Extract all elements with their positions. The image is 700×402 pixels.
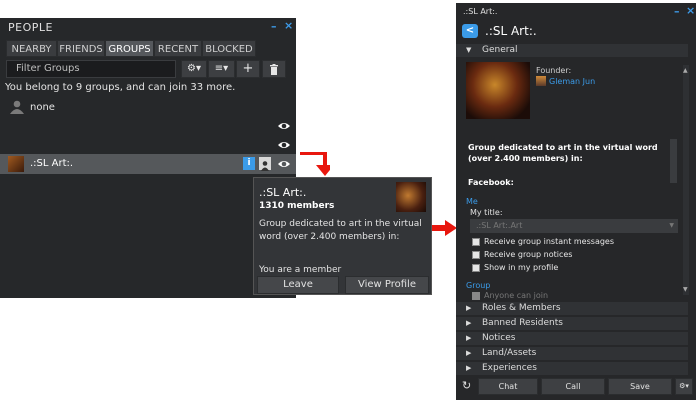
trash-icon [270, 64, 278, 75]
show-profile-checkbox-label: Show in my profile [484, 263, 559, 272]
group-row-name: .:SL Art:. [30, 158, 74, 169]
none-label: none [30, 102, 55, 113]
chevron-right-icon: ▶ [466, 349, 472, 357]
tab-friends[interactable]: FRIENDS [57, 40, 105, 57]
anyone-can-join-checkbox[interactable] [472, 292, 480, 300]
minimize-button[interactable]: – [271, 20, 277, 33]
group-image [396, 182, 426, 212]
tooltip-members: 1310 members [259, 201, 335, 211]
tab-recent[interactable]: RECENT [154, 40, 202, 57]
section-land-assets[interactable]: ▶ Land/Assets [456, 347, 688, 360]
group-image [466, 62, 530, 119]
tooltip-description: Group dedicated to art in the virtual wo… [259, 219, 422, 242]
section-general[interactable]: ▼ General [456, 44, 688, 57]
membership-status: You are a member [259, 265, 342, 275]
facebook-label: Facebook: [468, 178, 514, 187]
notices-checkbox[interactable] [472, 251, 480, 259]
people-title: PEOPLE [8, 21, 53, 34]
group-row-sl-art[interactable]: .:SL Art:. i [0, 154, 296, 174]
filter-groups-input[interactable]: Filter Groups [6, 60, 176, 78]
section-roles-members[interactable]: ▶ Roles & Members [456, 302, 688, 315]
leave-button[interactable]: Leave [257, 276, 339, 294]
sort-menu-button[interactable]: ≡▾ [208, 60, 235, 78]
minimize-button[interactable]: – [674, 5, 680, 18]
tab-groups[interactable]: GROUPS [105, 40, 154, 57]
chat-button[interactable]: Chat [478, 378, 538, 395]
close-button[interactable]: × [686, 4, 695, 17]
info-icon[interactable]: i [243, 157, 255, 170]
group-title: .:SL Art:. [485, 24, 537, 38]
group-label: Group [466, 281, 491, 290]
window-title: .:SL Art:. [463, 7, 498, 16]
scroll-down-icon[interactable]: ▼ [683, 286, 688, 293]
eye-icon[interactable] [277, 159, 291, 169]
founder-name-link[interactable]: Gleman Jun [549, 77, 595, 86]
chevron-right-icon: ▶ [466, 319, 472, 327]
description-scrollbar[interactable] [670, 139, 677, 183]
section-experiences[interactable]: ▶ Experiences [456, 362, 688, 375]
gear-menu-button[interactable]: ⚙▾ [181, 60, 207, 78]
group-tooltip: .:SL Art:. 1310 members Group dedicated … [253, 177, 432, 295]
scrollbar[interactable]: ▲ [683, 65, 689, 295]
refresh-button[interactable]: ↻ [462, 379, 471, 392]
anyone-can-join-label: Anyone can join [484, 291, 549, 300]
chevron-right-icon: ▶ [466, 334, 472, 342]
eye-icon[interactable] [277, 121, 291, 131]
chevron-right-icon: ▶ [466, 364, 472, 372]
founder-label: Founder: [536, 66, 572, 75]
my-title-dropdown[interactable]: .:SL Art:.Art ▼ [470, 219, 678, 233]
call-button[interactable]: Call [541, 378, 605, 395]
founder-avatar [536, 76, 546, 86]
people-panel: PEOPLE – × NEARBY FRIENDS GROUPS RECENT … [0, 18, 296, 298]
red-arrow-icon [432, 220, 457, 236]
tooltip-title: .:SL Art:. [259, 186, 307, 199]
group-thumbnail [8, 156, 24, 172]
notices-checkbox-label: Receive group notices [484, 250, 573, 259]
person-icon [10, 100, 24, 114]
groups-count-info: You belong to 9 groups, and can join 33 … [5, 82, 236, 93]
show-profile-checkbox[interactable] [472, 264, 480, 272]
chevron-down-icon: ▼ [669, 222, 674, 229]
group-description: Group dedicated to art in the virtual wo… [468, 143, 658, 163]
chevron-right-icon: ▶ [466, 304, 472, 312]
section-notices[interactable]: ▶ Notices [456, 332, 688, 345]
gear-menu-button[interactable]: ⚙▾ [675, 378, 693, 395]
close-button[interactable]: × [284, 19, 293, 32]
profile-icon[interactable] [259, 157, 271, 171]
im-checkbox-label: Receive group instant messages [484, 237, 615, 246]
chevron-down-icon: ▼ [466, 46, 472, 54]
eye-icon[interactable] [277, 140, 291, 150]
trash-button[interactable] [262, 60, 286, 78]
view-profile-button[interactable]: View Profile [345, 276, 429, 294]
red-arrow-icon [300, 152, 330, 176]
me-label: Me [466, 197, 478, 206]
section-banned-residents[interactable]: ▶ Banned Residents [456, 317, 688, 330]
tab-nearby[interactable]: NEARBY [6, 40, 57, 57]
my-title-label: My title: [470, 208, 503, 217]
group-profile-panel: .:SL Art:. – × < .:SL Art:. ▼ General Fo… [456, 3, 696, 400]
tab-blocked[interactable]: BLOCKED [202, 40, 256, 57]
im-checkbox[interactable] [472, 238, 480, 246]
back-button[interactable]: < [462, 24, 478, 38]
add-group-button[interactable]: + [236, 60, 260, 78]
save-button[interactable]: Save [608, 378, 672, 395]
